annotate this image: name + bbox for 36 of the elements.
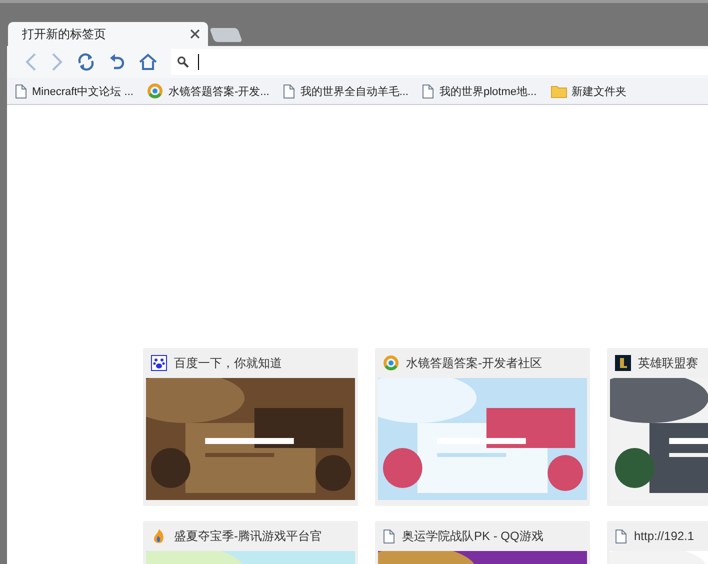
address-field[interactable] (171, 49, 708, 75)
tile-title: 水镜答题答案-开发者社区 (406, 354, 542, 372)
page-icon (383, 528, 395, 544)
bookmark[interactable]: Minecraft中文论坛 ... (15, 84, 134, 98)
ring-icon (383, 355, 399, 371)
reload-icon[interactable] (77, 53, 95, 71)
home-icon[interactable] (139, 53, 157, 71)
close-icon[interactable] (190, 29, 200, 39)
page-icon (422, 84, 434, 98)
undo-icon[interactable] (109, 53, 125, 71)
bookmark[interactable]: 我的世界全自动羊毛... (283, 84, 408, 98)
bookmark[interactable]: 水镜答题答案-开发... (147, 83, 270, 99)
tab-title: 打开新的标签页 (22, 26, 106, 42)
tile-title: 奥运学院战队PK - QQ游戏 (402, 528, 544, 544)
bookmark[interactable]: 新建文件夹 (550, 84, 627, 98)
tile-title: 百度一下，你就知道 (174, 354, 282, 372)
thumbnail-card[interactable]: 盛夏夺宝季-腾讯游戏平台官 (143, 521, 358, 564)
thumbnail-card[interactable]: 英雄联盟赛 (607, 348, 708, 506)
new-tab-button[interactable] (209, 28, 243, 42)
tile-title: http://192.1 (634, 529, 694, 543)
folder-icon (550, 84, 567, 98)
thumbnail-card[interactable]: http://192.1 (607, 521, 708, 564)
thumbnail-card[interactable]: 奥运学院战队PK - QQ游戏 (375, 521, 590, 564)
thumbnail-card[interactable]: 百度一下，你就知道 (143, 348, 358, 506)
page-icon (615, 528, 627, 544)
paw-icon (151, 355, 167, 371)
ring-icon (147, 83, 164, 99)
thumbnail-card[interactable]: 水镜答题答案-开发者社区 (375, 348, 590, 506)
page-icon (15, 84, 27, 98)
browser-tab[interactable]: 打开新的标签页 (8, 22, 208, 46)
bookmark[interactable]: 我的世界plotme地... (422, 84, 537, 98)
tile-title: 盛夏夺宝季-腾讯游戏平台官 (174, 528, 322, 544)
search-icon (177, 56, 189, 68)
page-icon (283, 84, 296, 98)
tile-title: 英雄联盟赛 (638, 354, 698, 372)
shield-icon (615, 355, 631, 371)
